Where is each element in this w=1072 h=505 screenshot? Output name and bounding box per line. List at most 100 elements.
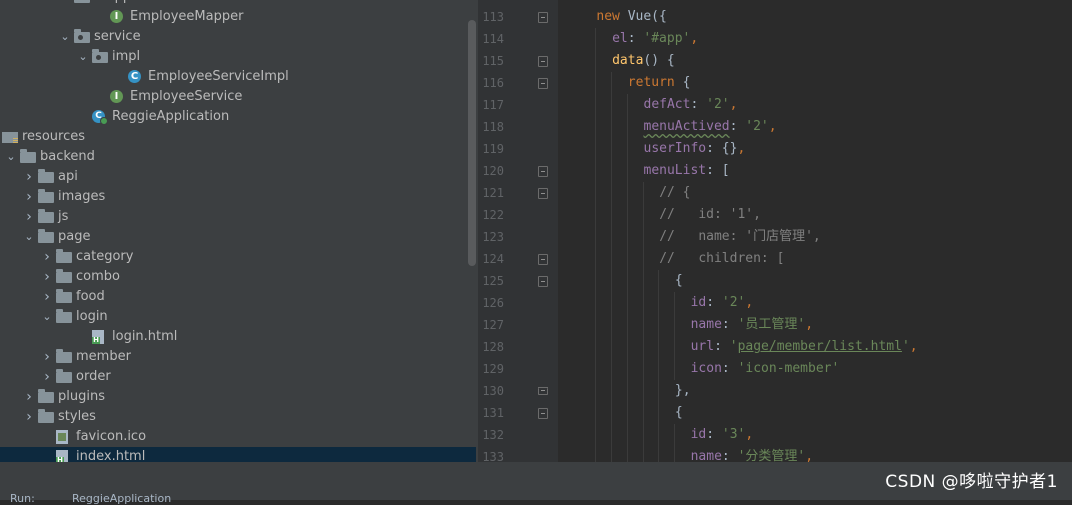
chevron-right-icon[interactable]: › bbox=[40, 347, 54, 367]
chevron-right-icon[interactable]: › bbox=[40, 247, 54, 267]
code-token: name bbox=[690, 317, 722, 332]
gutter-line: 113 bbox=[478, 6, 558, 28]
tree-item[interactable]: I EmployeeMapper bbox=[0, 7, 478, 27]
run-tab-label[interactable]: Run: bbox=[10, 492, 35, 505]
code-token: , bbox=[805, 449, 814, 462]
fold-marker-icon[interactable] bbox=[538, 188, 548, 199]
fold-marker-icon[interactable] bbox=[538, 12, 548, 23]
chevron-right-icon[interactable]: › bbox=[22, 207, 36, 227]
code-line[interactable]: userInfo: {}, bbox=[558, 138, 746, 160]
tree-item[interactable]: › js bbox=[0, 207, 478, 227]
tree-item[interactable]: ⌄ service bbox=[0, 27, 478, 47]
tree-item[interactable]: ⌄ page bbox=[0, 227, 478, 247]
chevron-right-icon[interactable]: › bbox=[22, 187, 36, 207]
tree-item[interactable]: ⌄ backend bbox=[0, 147, 478, 167]
fold-marker-icon[interactable] bbox=[538, 276, 548, 287]
code-token: // id: '1', bbox=[659, 207, 761, 222]
chevron-down-icon[interactable]: ⌄ bbox=[40, 307, 54, 327]
code-line[interactable]: defAct: '2', bbox=[558, 94, 738, 116]
tree-item[interactable]: › food bbox=[0, 287, 478, 307]
code-line[interactable]: return { bbox=[558, 72, 691, 94]
chevron-down-icon[interactable]: ⌄ bbox=[58, 0, 72, 7]
gutter-line: 117 bbox=[478, 94, 558, 116]
folder-icon bbox=[56, 289, 72, 303]
code-line[interactable]: }, bbox=[558, 380, 691, 402]
code-line[interactable]: // children: [ bbox=[558, 248, 784, 270]
tree-item[interactable]: › category bbox=[0, 247, 478, 267]
chevron-right-icon[interactable]: › bbox=[22, 407, 36, 427]
code-line[interactable]: data() { bbox=[558, 50, 675, 72]
code-token: '2' bbox=[706, 97, 730, 112]
chevron-right-icon[interactable]: › bbox=[40, 287, 54, 307]
tree-item[interactable]: ⌄ impl bbox=[0, 47, 478, 67]
chevron-down-icon[interactable]: ⌄ bbox=[76, 47, 90, 67]
code-editor[interactable]: 113 114 115 116 117 118 119 120 121 122 123 124 125 1… bbox=[478, 0, 1072, 462]
watermark: CSDN @哆啦守护者1 bbox=[885, 472, 1058, 492]
image-file-icon bbox=[56, 430, 68, 444]
fold-marker-icon[interactable] bbox=[538, 166, 548, 177]
code-line[interactable]: url: 'page/member/list.html', bbox=[558, 336, 918, 358]
folder-icon bbox=[56, 269, 72, 283]
code-token: : bbox=[721, 317, 738, 332]
code-line[interactable]: icon: 'icon-member' bbox=[558, 358, 840, 380]
code-line[interactable]: id: '2', bbox=[558, 292, 754, 314]
tree-item[interactable]: ⌄resources bbox=[0, 127, 478, 147]
tree-item[interactable]: favicon.ico bbox=[0, 427, 478, 447]
run-app-label[interactable]: ReggieApplication bbox=[72, 492, 171, 505]
line-number: 126 bbox=[482, 296, 504, 310]
fold-marker-icon[interactable] bbox=[538, 78, 548, 89]
tree-item-label: js bbox=[58, 209, 69, 224]
gutter-line: 125 bbox=[478, 270, 558, 292]
code-line[interactable]: // name: '门店管理', bbox=[558, 226, 821, 248]
gutter-line: 126 bbox=[478, 292, 558, 314]
project-tree-scrollbar[interactable] bbox=[468, 20, 476, 266]
code-line[interactable]: // id: '1', bbox=[558, 204, 761, 226]
code-token: name bbox=[690, 449, 722, 462]
tree-item[interactable]: login.html bbox=[0, 327, 478, 347]
tree-item-label: page bbox=[58, 229, 91, 244]
line-number: 123 bbox=[482, 230, 504, 244]
tree-item[interactable]: I EmployeeService bbox=[0, 87, 478, 107]
gutter-line: 123 bbox=[478, 226, 558, 248]
tree-item[interactable]: › plugins bbox=[0, 387, 478, 407]
chevron-right-icon[interactable]: › bbox=[40, 367, 54, 387]
tree-item[interactable]: › combo bbox=[0, 267, 478, 287]
tree-item[interactable]: C ReggieApplication bbox=[0, 107, 478, 127]
tree-item-label: category bbox=[76, 249, 134, 264]
code-token: , bbox=[745, 295, 754, 310]
fold-marker-icon[interactable] bbox=[538, 408, 548, 419]
line-number: 119 bbox=[482, 142, 504, 156]
chevron-right-icon[interactable]: › bbox=[40, 267, 54, 287]
code-line[interactable]: { bbox=[558, 270, 683, 292]
tree-item[interactable]: › styles bbox=[0, 407, 478, 427]
code-token: 'icon-member' bbox=[737, 361, 840, 376]
chevron-right-icon[interactable]: › bbox=[22, 167, 36, 187]
chevron-down-icon[interactable]: ⌄ bbox=[58, 27, 72, 47]
code-line[interactable]: menuActived: '2', bbox=[558, 116, 777, 138]
code-token: , bbox=[737, 141, 746, 156]
chevron-right-icon[interactable]: › bbox=[22, 387, 36, 407]
chevron-down-icon[interactable]: ⌄ bbox=[22, 227, 36, 247]
tree-item[interactable]: › api bbox=[0, 167, 478, 187]
code-line[interactable]: new Vue({ bbox=[558, 6, 666, 28]
tree-item-label: favicon.ico bbox=[76, 429, 147, 444]
tree-item[interactable]: ⌄ login bbox=[0, 307, 478, 327]
code-line[interactable]: { bbox=[558, 402, 683, 424]
tree-item[interactable]: › order bbox=[0, 367, 478, 387]
chevron-down-icon[interactable]: ⌄ bbox=[4, 147, 18, 167]
tree-item[interactable]: C EmployeeServiceImpl bbox=[0, 67, 478, 87]
code-line[interactable]: // { bbox=[558, 182, 690, 204]
fold-marker-icon[interactable] bbox=[538, 387, 548, 395]
fold-marker-icon[interactable] bbox=[538, 254, 548, 265]
tree-item[interactable]: ⌄ mapper bbox=[0, 0, 478, 7]
tree-item[interactable]: › member bbox=[0, 347, 478, 367]
code-token: new bbox=[596, 9, 628, 24]
code-line[interactable]: id: '3', bbox=[558, 424, 754, 446]
code-line[interactable]: name: '分类管理', bbox=[558, 446, 813, 462]
tree-item[interactable]: › images bbox=[0, 187, 478, 207]
code-line[interactable]: name: '员工管理', bbox=[558, 314, 813, 336]
code-line[interactable]: menuList: [ bbox=[558, 160, 730, 182]
fold-marker-icon[interactable] bbox=[538, 56, 548, 67]
code-line[interactable]: el: '#app', bbox=[558, 28, 698, 50]
folder-icon bbox=[56, 309, 72, 323]
